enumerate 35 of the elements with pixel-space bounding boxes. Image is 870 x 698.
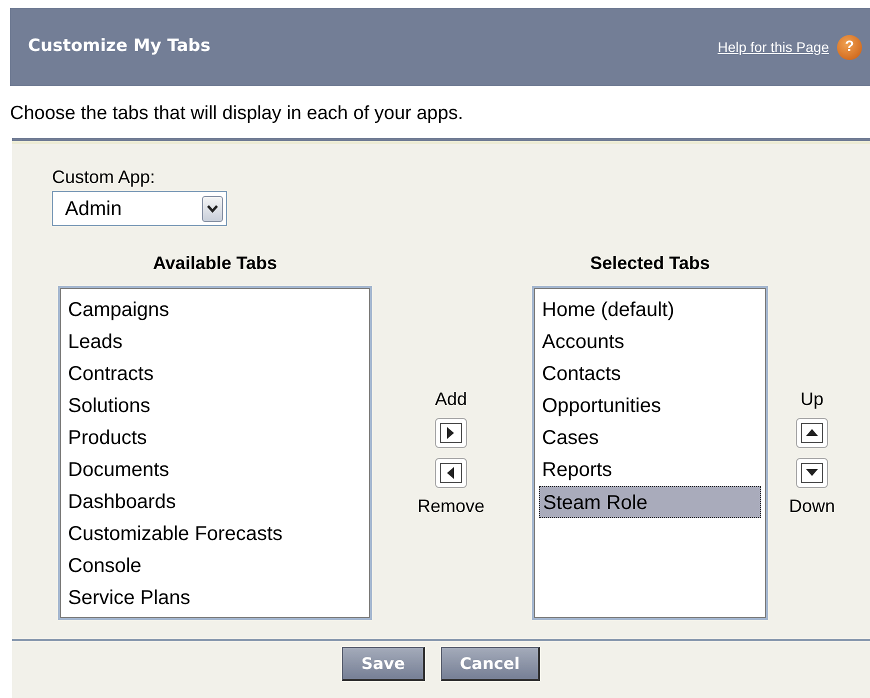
column-heading: Selected Tabs: [589, 252, 711, 275]
list-option[interactable]: Leads: [65, 326, 365, 358]
list-option[interactable]: Opportunities: [539, 390, 761, 422]
description-text: Choose the tabs that will display in each of your apps.: [10, 102, 464, 126]
list-option[interactable]: Customizable Forecasts: [65, 518, 365, 550]
remove-button[interactable]: [435, 458, 467, 488]
list-option[interactable]: Dashboards: [65, 486, 365, 518]
help-link[interactable]: Help for this Page: [718, 36, 829, 58]
add-button[interactable]: [435, 418, 467, 448]
app-select[interactable]: Admin: [52, 191, 227, 226]
field-label: Custom App:: [52, 166, 156, 189]
list-option[interactable]: Contacts: [539, 358, 761, 390]
column-heading: Available Tabs: [152, 252, 278, 275]
move-down-button[interactable]: [796, 458, 828, 488]
list-option[interactable]: Solutions: [65, 390, 365, 422]
list-option[interactable]: Documents: [65, 454, 365, 486]
list-option[interactable]: Steam Role: [539, 486, 761, 518]
list-option[interactable]: Reports: [539, 454, 761, 486]
button-label: Remove: [416, 495, 486, 518]
list-option[interactable]: Cases: [539, 422, 761, 454]
list-option[interactable]: Accounts: [539, 326, 761, 358]
move-up-button[interactable]: [796, 418, 828, 448]
button-label: Down: [788, 495, 836, 518]
tab-listbox[interactable]: Campaigns Leads Contracts Solutions Products Documents Dashboards Customizable Forecasts Console Service Plans: [58, 286, 372, 620]
list-option[interactable]: Console: [65, 550, 365, 582]
tab-listbox[interactable]: Home (default) Accounts Contacts Opportunities Cases Reports Steam Role: [532, 286, 768, 620]
list-option[interactable]: Contracts: [65, 358, 365, 390]
button-label: Up: [799, 388, 824, 411]
list-option[interactable]: Service Plans: [65, 582, 365, 614]
page-title: Customize My Tabs: [28, 35, 210, 58]
button-label: Add: [434, 388, 468, 411]
list-option[interactable]: Products: [65, 422, 365, 454]
dropdown-icon: [202, 196, 223, 222]
list-option[interactable]: Campaigns: [65, 294, 365, 326]
list-option[interactable]: Home (default): [539, 294, 761, 326]
